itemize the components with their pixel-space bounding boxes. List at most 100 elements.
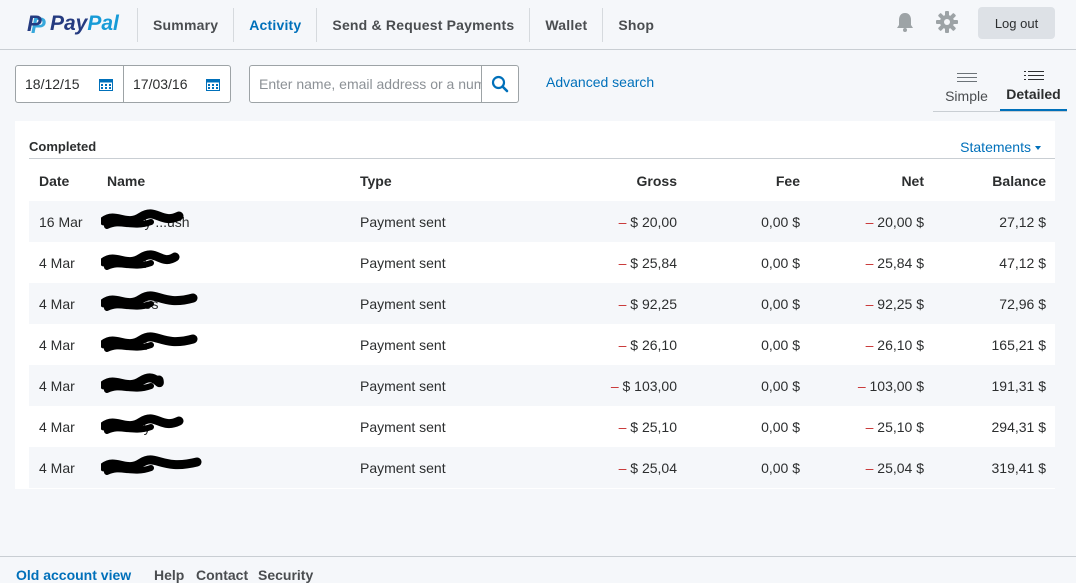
old-account-view-link[interactable]: Old account view: [16, 567, 131, 583]
contact-link[interactable]: Contact: [196, 567, 248, 583]
table-row[interactable]: 16 Mar ...ny ...ush Payment sent – $ 20,00 0…: [29, 201, 1055, 242]
row-name[interactable]: ...kos: [97, 283, 352, 324]
date-from-value: 18/12/15: [25, 76, 80, 92]
row-balance: 27,12 $: [924, 201, 1055, 242]
divider: [29, 158, 1055, 159]
logout-button[interactable]: Log out: [978, 7, 1055, 39]
row-type: Payment sent: [360, 418, 446, 435]
row-net: – 25,10 $: [800, 406, 924, 447]
paypal-wordmark: PayPal: [50, 12, 119, 36]
row-gross-value: $ 103,00: [618, 377, 677, 394]
activity-card: Completed Statements Date Name Type Gros…: [15, 121, 1055, 489]
search-button[interactable]: [481, 66, 518, 102]
row-date: 4 Mar: [39, 336, 75, 353]
statements-dropdown[interactable]: Statements: [960, 139, 1041, 155]
date-to-value: 17/03/16: [133, 76, 188, 92]
col-fee[interactable]: Fee: [677, 161, 800, 201]
search-input[interactable]: [250, 66, 482, 102]
calendar-icon[interactable]: [206, 78, 220, 91]
row-fee: 0,00 $: [677, 283, 800, 324]
nav-activity[interactable]: Activity: [233, 8, 316, 42]
row-fee: 0,00 $: [677, 201, 800, 242]
row-type: Payment sent: [360, 336, 446, 353]
redaction-scribble: [101, 290, 198, 311]
row-name[interactable]: ...n: [97, 365, 352, 406]
view-detailed-button[interactable]: Detailed: [1000, 62, 1067, 111]
row-name[interactable]: ...tti: [97, 324, 352, 365]
col-balance[interactable]: Balance: [924, 161, 1055, 201]
row-balance: 294,31 $: [991, 418, 1047, 435]
date-to-field[interactable]: 17/03/16: [123, 66, 230, 102]
row-type: Payment sent: [352, 365, 522, 406]
col-date[interactable]: Date: [29, 161, 97, 201]
date-from-field[interactable]: 18/12/15: [16, 66, 123, 102]
gear-icon[interactable]: [935, 10, 959, 34]
nav-send-request[interactable]: Send & Request Payments: [316, 8, 529, 42]
row-gross: – $ 25,10: [522, 406, 677, 447]
paypal-p-icon: PP: [27, 11, 46, 38]
row-gross: – $ 25,84: [522, 242, 677, 283]
row-net: – 92,25 $: [800, 283, 924, 324]
row-gross: – $ 20,00: [522, 201, 677, 242]
date-range-picker: 18/12/15 17/03/16: [15, 65, 231, 103]
row-net: – 103,00 $: [800, 365, 924, 406]
row-gross: – $ 103,00: [522, 365, 677, 406]
col-net[interactable]: Net: [800, 161, 924, 201]
row-net-value: 103,00 $: [865, 377, 924, 394]
row-fee: 0,00 $: [677, 365, 800, 406]
search-icon: [491, 75, 509, 93]
redaction-scribble: [101, 454, 202, 475]
table-row[interactable]: 4 Mar ...kos Payment sent – $ 92,25 0,00 $ – …: [29, 283, 1055, 324]
col-type[interactable]: Type: [352, 161, 522, 201]
nav-summary[interactable]: Summary: [137, 8, 233, 42]
row-net-value: 92,25 $: [873, 295, 924, 312]
row-name[interactable]: ...ky: [97, 406, 352, 447]
row-net-value: 25,04 $: [873, 459, 924, 476]
row-balance: 165,21 $: [991, 336, 1047, 353]
row-net-value: 25,10 $: [873, 418, 924, 435]
row-gross-value: $ 92,25: [626, 295, 677, 312]
row-gross-value: $ 20,00: [626, 213, 677, 230]
top-navigation-bar: PP PayPal Summary Activity Send & Reques…: [0, 0, 1076, 50]
table-row[interactable]: 4 Mar ...ky Payment sent – $ 25,10 0,00 $ – 2…: [29, 406, 1055, 447]
nav-wallet[interactable]: Wallet: [529, 8, 602, 42]
detailed-list-icon: [1023, 71, 1044, 80]
calendar-icon[interactable]: [99, 78, 113, 91]
row-fee: 0,00 $: [761, 254, 800, 271]
row-date: 4 Mar: [39, 418, 75, 435]
row-date: 4 Mar: [29, 447, 97, 488]
view-toggle: Simple Detailed: [933, 62, 1067, 112]
section-title: Completed: [29, 139, 97, 154]
security-link[interactable]: Security: [258, 567, 313, 583]
row-net: – 26,10 $: [800, 324, 924, 365]
paypal-logo[interactable]: PP PayPal: [25, 11, 119, 38]
nav-shop[interactable]: Shop: [602, 8, 669, 42]
row-net: – 20,00 $: [800, 201, 924, 242]
negative-sign: –: [857, 377, 866, 394]
bell-icon[interactable]: [894, 11, 916, 33]
table-row[interactable]: 4 Mar ...n Payment sent – $ 103,00 0,00 $ – 1…: [29, 365, 1055, 406]
col-name[interactable]: Name: [97, 161, 352, 201]
caret-down-icon: [1035, 146, 1041, 151]
row-gross: – $ 92,25: [522, 283, 677, 324]
negative-sign: –: [610, 377, 619, 394]
redaction-scribble: [101, 413, 184, 434]
footer: Old account view Help Contact Security: [0, 556, 1076, 583]
row-name[interactable]: ...zi: [97, 242, 352, 283]
row-gross: – $ 26,10: [522, 324, 677, 365]
simple-list-icon: [956, 73, 977, 82]
view-simple-button[interactable]: Simple: [933, 62, 1000, 111]
row-type: Payment sent: [352, 283, 522, 324]
row-name[interactable]: ...o: [97, 447, 352, 488]
row-gross-value: $ 25,10: [626, 418, 677, 435]
table-row[interactable]: 4 Mar ...o Payment sent – $ 25,04 0,00 $ – 25…: [29, 447, 1055, 488]
col-gross[interactable]: Gross: [522, 161, 677, 201]
view-detailed-label: Detailed: [1006, 86, 1061, 102]
advanced-search-link[interactable]: Advanced search: [546, 74, 654, 90]
help-link[interactable]: Help: [154, 567, 184, 583]
row-date: 16 Mar: [29, 201, 97, 242]
search-box: [249, 65, 519, 103]
table-row[interactable]: 4 Mar ...tti Payment sent – $ 26,10 0,00 $ – …: [29, 324, 1055, 365]
row-name[interactable]: ...ny ...ush: [97, 201, 352, 242]
table-row[interactable]: 4 Mar ...zi Payment sent – $ 25,84 0,00 $ – 2…: [29, 242, 1055, 283]
